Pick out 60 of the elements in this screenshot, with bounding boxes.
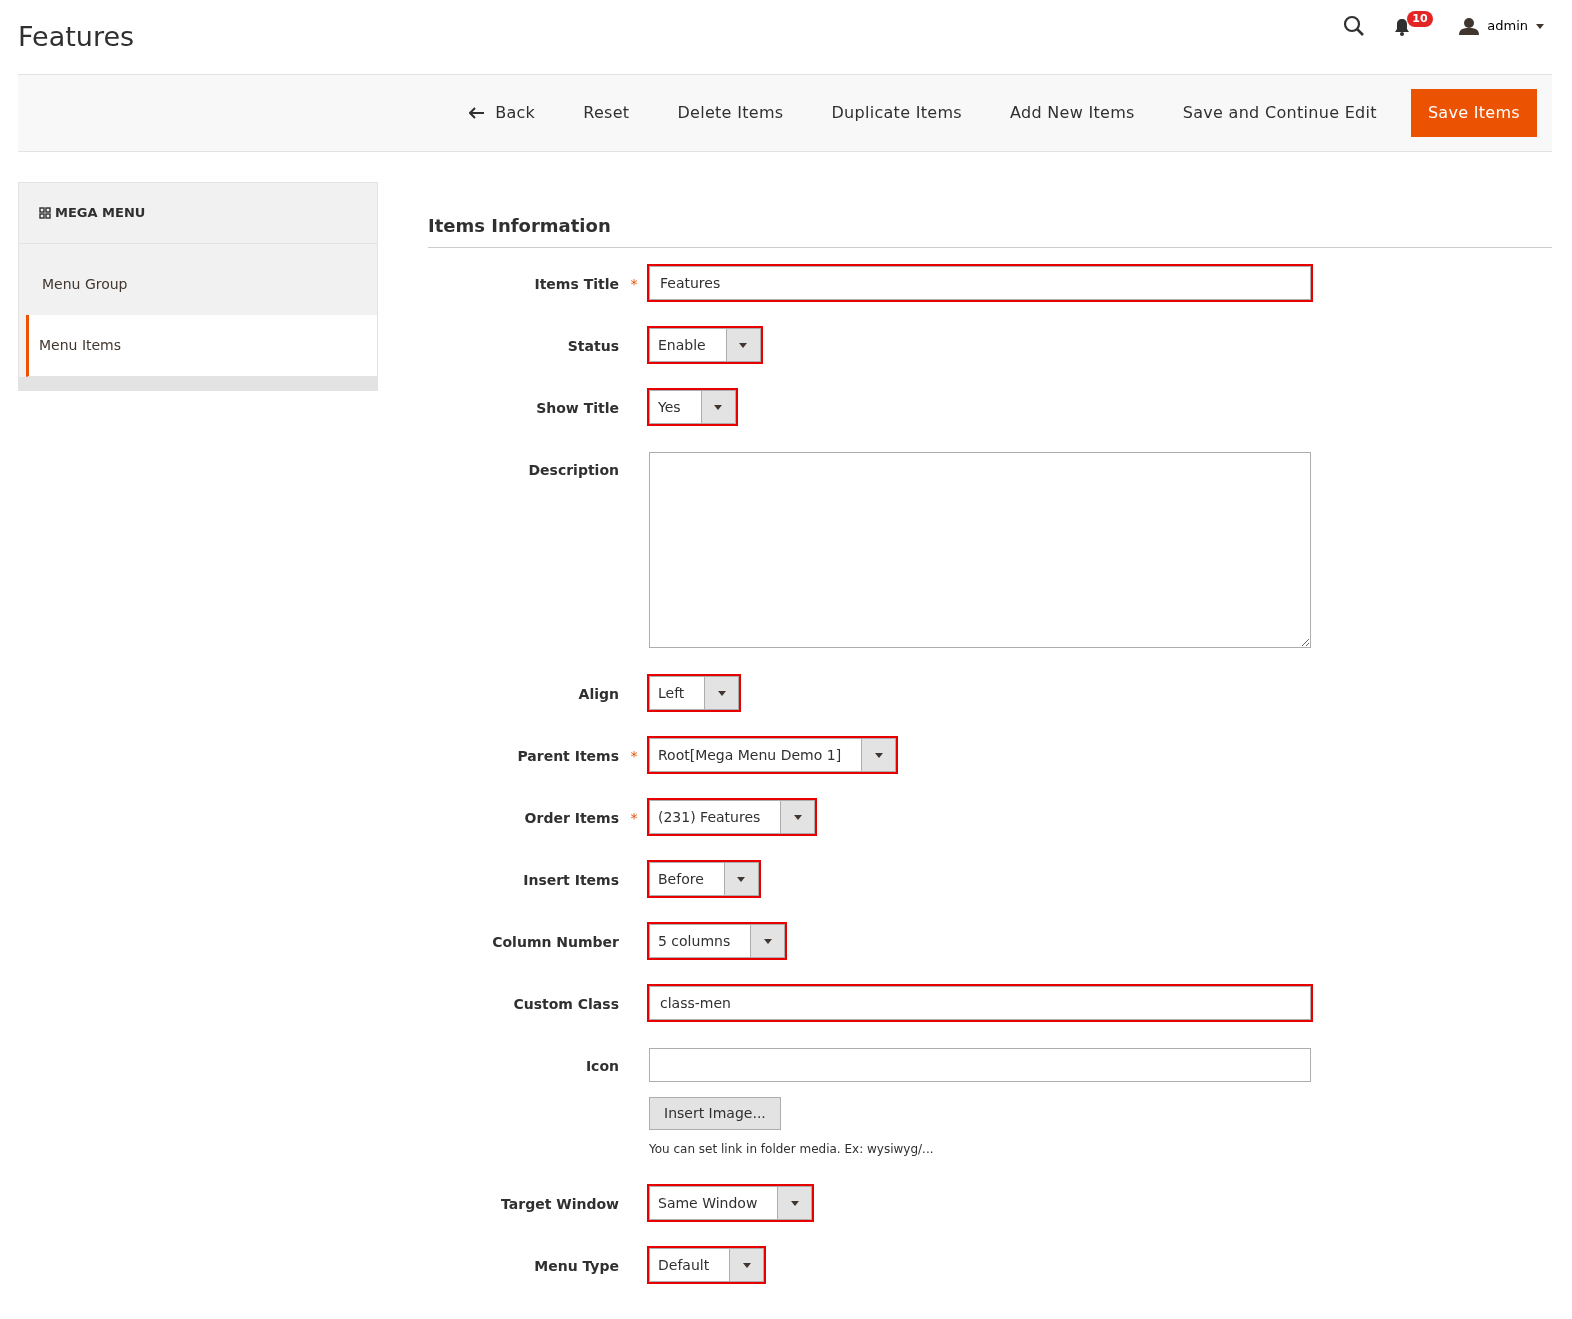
user-menu[interactable]: admin <box>1459 16 1544 36</box>
field-label: Icon <box>584 1057 619 1076</box>
user-icon <box>1459 17 1480 35</box>
insert-image-button[interactable]: Insert Image... <box>649 1097 781 1130</box>
caret-icon <box>1536 23 1544 29</box>
field-label: Custom Class <box>512 995 619 1014</box>
sidebar-item[interactable]: Menu Items <box>26 314 377 377</box>
select-field[interactable]: 5 columns <box>649 924 786 958</box>
sidebar-title: MEGA MENU <box>55 204 146 222</box>
toolbar-button[interactable]: Delete Items <box>655 91 806 135</box>
field-label: Status <box>566 337 619 356</box>
select-field[interactable]: Default <box>649 1248 765 1282</box>
select-field[interactable]: (231) Features <box>649 800 816 834</box>
help-text: You can set link in folder media. Ex: wysiwyg/... <box>649 1141 935 1158</box>
caret-icon <box>874 752 883 758</box>
text-field[interactable]: class-men <box>649 986 1311 1020</box>
notification-count: 10 <box>1407 11 1433 27</box>
save-button[interactable]: Save Items <box>1410 89 1537 137</box>
field-label: Show Title <box>535 399 619 418</box>
field-label: Target Window <box>500 1195 619 1214</box>
caret-icon <box>737 876 746 882</box>
text-field[interactable]: Features <box>649 266 1311 300</box>
bell-icon <box>1395 18 1410 36</box>
select-field[interactable]: Root[Mega Menu Demo 1] <box>649 738 897 772</box>
toolbar-button[interactable]: Add New Items <box>988 91 1157 135</box>
required-mark: * <box>630 276 638 292</box>
text-field[interactable] <box>649 1048 1311 1082</box>
toolbar-button[interactable]: Back <box>447 91 558 135</box>
caret-icon <box>790 1200 799 1206</box>
field-label: Description <box>527 461 619 480</box>
caret-icon <box>793 814 802 820</box>
notifications-button[interactable]: 10 <box>1395 14 1430 38</box>
select-field[interactable]: Enable <box>649 328 761 362</box>
search-button[interactable] <box>1343 15 1366 37</box>
back-arrow-icon <box>469 107 486 119</box>
caret-icon <box>742 1262 751 1268</box>
toolbar-button[interactable]: Save and Continue Edit <box>1160 91 1399 135</box>
field-label: Align <box>577 685 619 704</box>
field-label: Menu Type <box>533 1257 619 1276</box>
caret-icon <box>714 404 723 410</box>
required-mark: * <box>630 810 638 826</box>
section-title: Items Information <box>428 182 1552 248</box>
field-label: Column Number <box>491 933 619 952</box>
field-label: Parent Items <box>516 747 619 766</box>
caret-icon <box>763 938 772 944</box>
caret-icon <box>717 690 726 696</box>
toolbar-button[interactable]: Duplicate Items <box>809 91 984 135</box>
field-label: Insert Items <box>522 871 619 890</box>
select-field[interactable]: Before <box>649 862 759 896</box>
field-label: Order Items <box>523 809 619 828</box>
select-field[interactable]: Left <box>649 676 740 710</box>
sidebar-item[interactable]: Menu Group <box>19 243 377 315</box>
toolbar-button[interactable]: Reset <box>561 91 652 135</box>
page-title: Features <box>18 20 135 54</box>
grid-icon <box>39 206 51 219</box>
select-field[interactable]: Yes <box>649 390 736 424</box>
required-mark: * <box>630 748 638 764</box>
field-label: Items Title <box>533 275 619 294</box>
caret-icon <box>739 342 748 348</box>
select-field[interactable]: Same Window <box>649 1186 813 1220</box>
